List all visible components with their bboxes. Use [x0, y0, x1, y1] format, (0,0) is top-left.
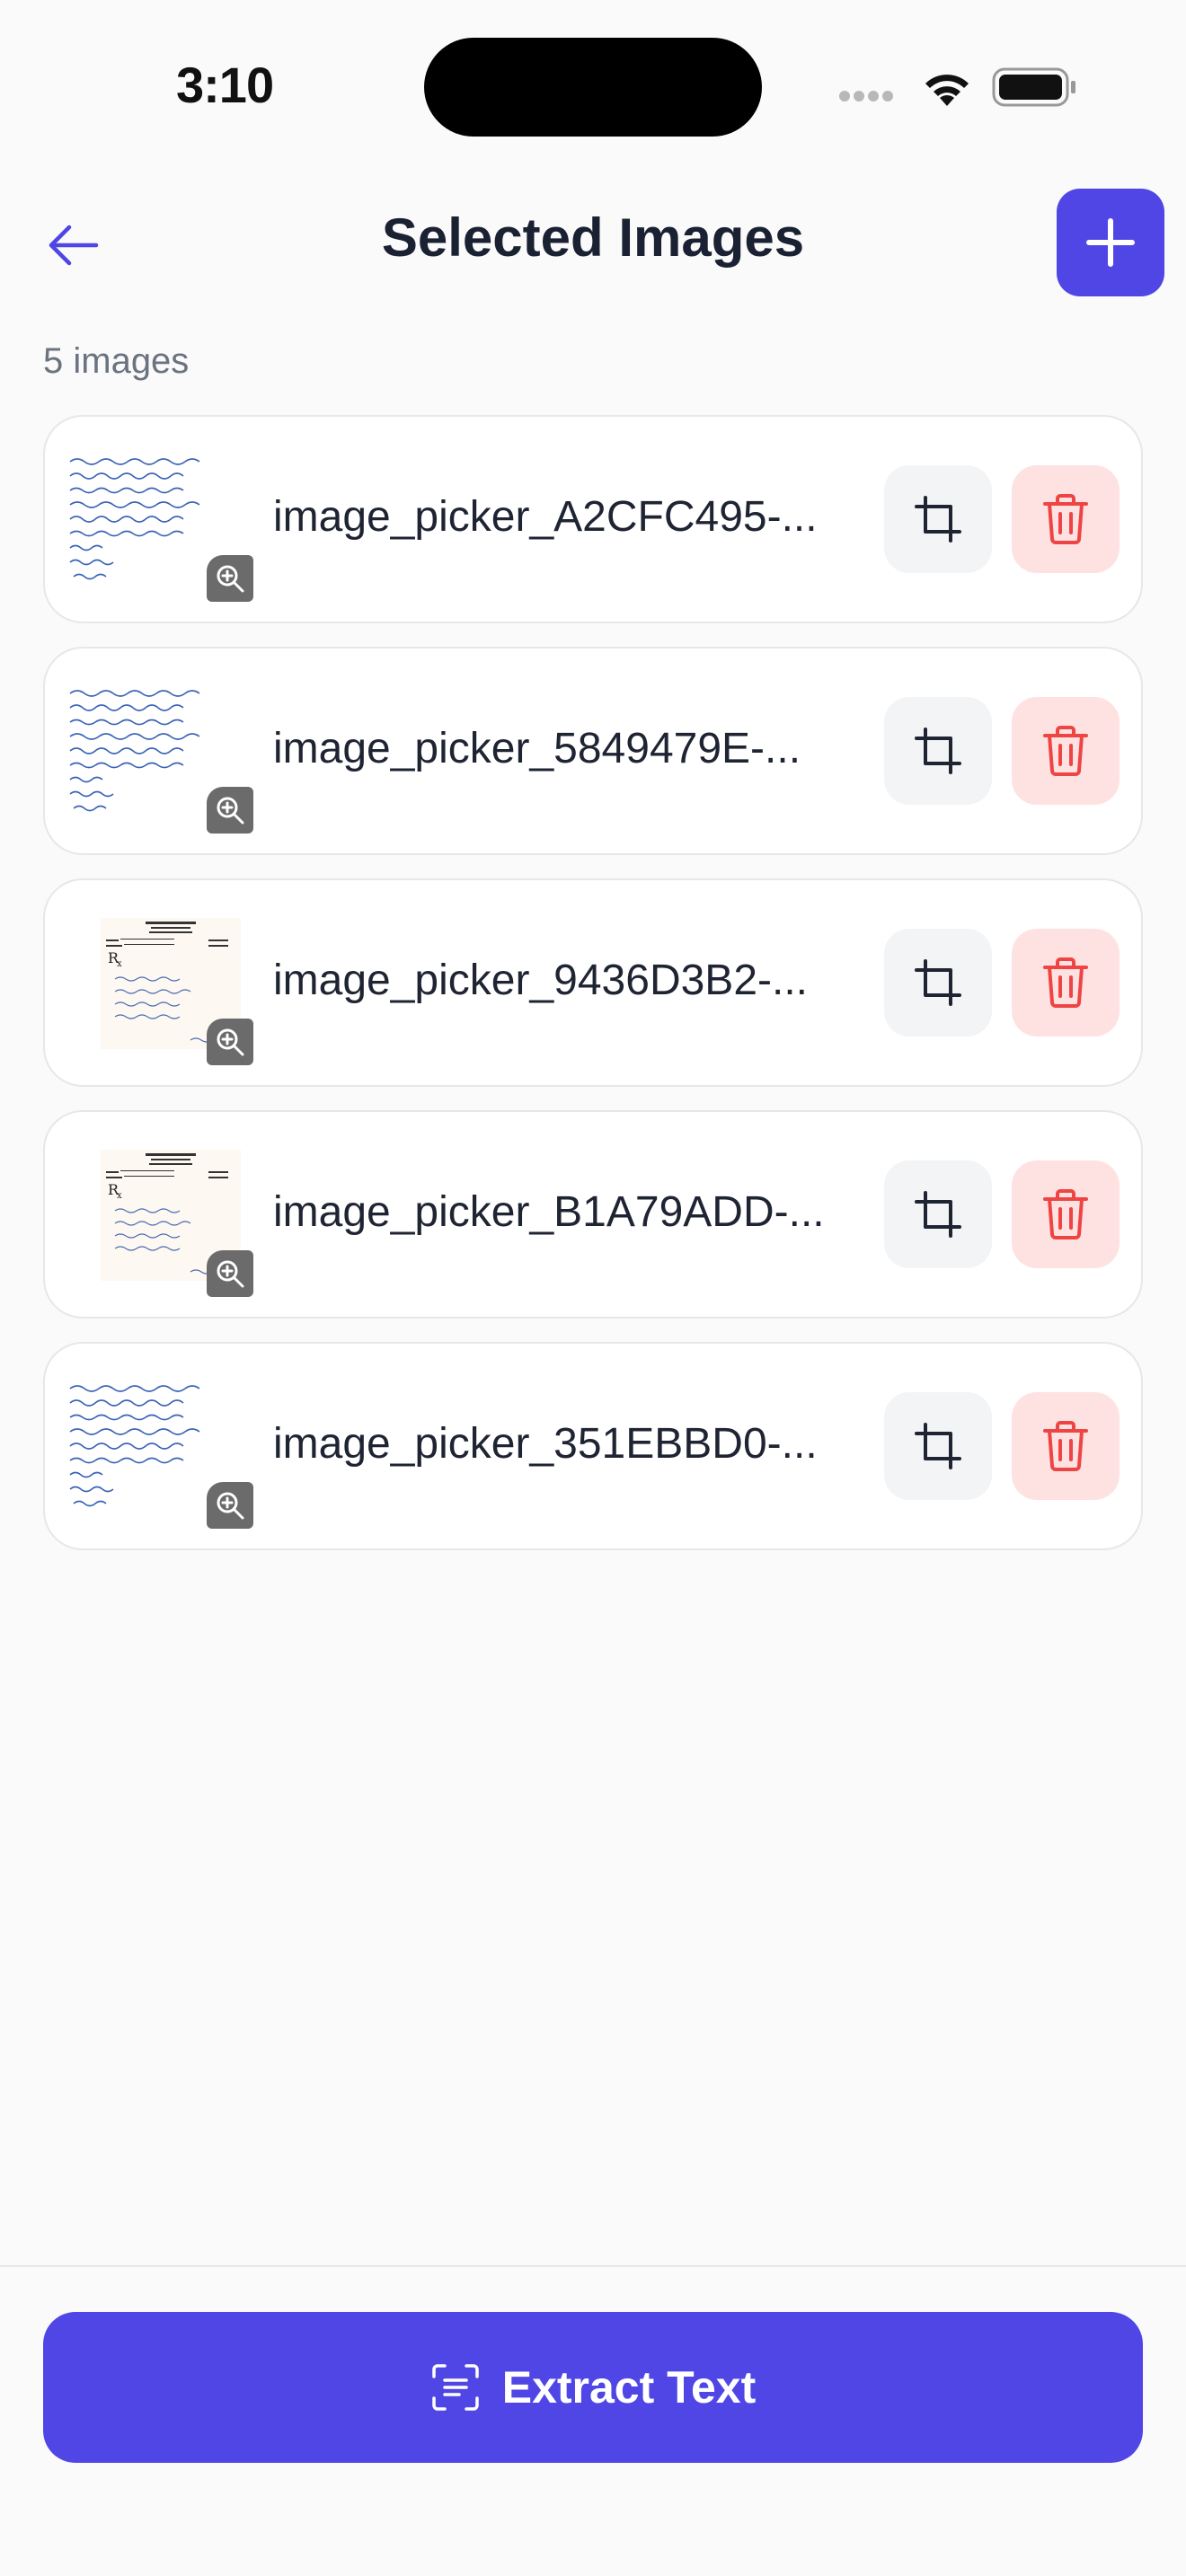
trash-icon [1043, 494, 1088, 544]
image-row: image_picker_351EBBD0-... [43, 1342, 1143, 1550]
image-thumbnail[interactable] [65, 1380, 277, 1529]
image-filename: image_picker_9436D3B2-... [273, 957, 809, 1004]
zoom-icon[interactable] [207, 787, 253, 834]
footer-divider [0, 2265, 1186, 2267]
image-filename: image_picker_351EBBD0-... [273, 1420, 818, 1468]
crop-button[interactable] [884, 1392, 992, 1500]
image-filename: image_picker_A2CFC495-... [273, 493, 818, 541]
zoom-icon[interactable] [207, 1019, 253, 1065]
crop-icon [915, 496, 961, 543]
extract-text-label: Extract Text [501, 2362, 757, 2413]
zoom-icon[interactable] [207, 1250, 253, 1297]
add-image-button[interactable] [1057, 189, 1164, 296]
image-thumbnail[interactable] [65, 684, 277, 834]
svg-text:x: x [117, 1191, 122, 1201]
crop-icon [915, 959, 961, 1006]
crop-icon [915, 1423, 961, 1469]
status-time: 3:10 [176, 57, 274, 113]
trash-icon [1043, 726, 1088, 776]
crop-button[interactable] [884, 1160, 992, 1268]
zoom-icon[interactable] [207, 1482, 253, 1529]
image-thumbnail[interactable] [65, 453, 277, 602]
battery-icon [992, 66, 1078, 112]
image-filename: image_picker_5849479E-... [273, 725, 801, 772]
crop-icon [915, 1191, 961, 1238]
image-thumbnail[interactable]: R x [65, 916, 277, 1065]
dynamic-island [424, 38, 762, 137]
delete-button[interactable] [1012, 697, 1120, 805]
delete-button[interactable] [1012, 465, 1120, 573]
images-count: 5 images [43, 341, 190, 381]
crop-button[interactable] [884, 929, 992, 1037]
image-row: image_picker_A2CFC495-... [43, 415, 1143, 623]
wifi-icon [918, 66, 976, 114]
header: Selected Images [0, 180, 1186, 305]
page-title: Selected Images [381, 207, 805, 268]
trash-icon [1043, 957, 1088, 1008]
crop-button[interactable] [884, 697, 992, 805]
delete-button[interactable] [1012, 929, 1120, 1037]
crop-button[interactable] [884, 465, 992, 573]
trash-icon [1043, 1421, 1088, 1471]
image-row: R x image_picker_9436D3B2-... [43, 878, 1143, 1087]
svg-text:x: x [117, 959, 122, 969]
cellular-signal-icon [839, 90, 897, 106]
image-row: image_picker_5849479E-... [43, 647, 1143, 855]
trash-icon [1043, 1189, 1088, 1239]
zoom-icon[interactable] [207, 555, 253, 602]
status-bar: 3:10 [0, 0, 1186, 171]
delete-button[interactable] [1012, 1160, 1120, 1268]
extract-text-button[interactable]: Extract Text [43, 2312, 1143, 2463]
image-row: R x image_picker_B1A79ADD-... [43, 1110, 1143, 1319]
crop-icon [915, 728, 961, 774]
image-thumbnail[interactable]: R x [65, 1148, 277, 1297]
text-scan-icon [431, 2364, 479, 2411]
image-filename: image_picker_B1A79ADD-... [273, 1188, 825, 1236]
delete-button[interactable] [1012, 1392, 1120, 1500]
plus-icon [1086, 218, 1135, 267]
image-list: image_picker_A2CFC495-... image_picker_5… [43, 415, 1143, 1574]
